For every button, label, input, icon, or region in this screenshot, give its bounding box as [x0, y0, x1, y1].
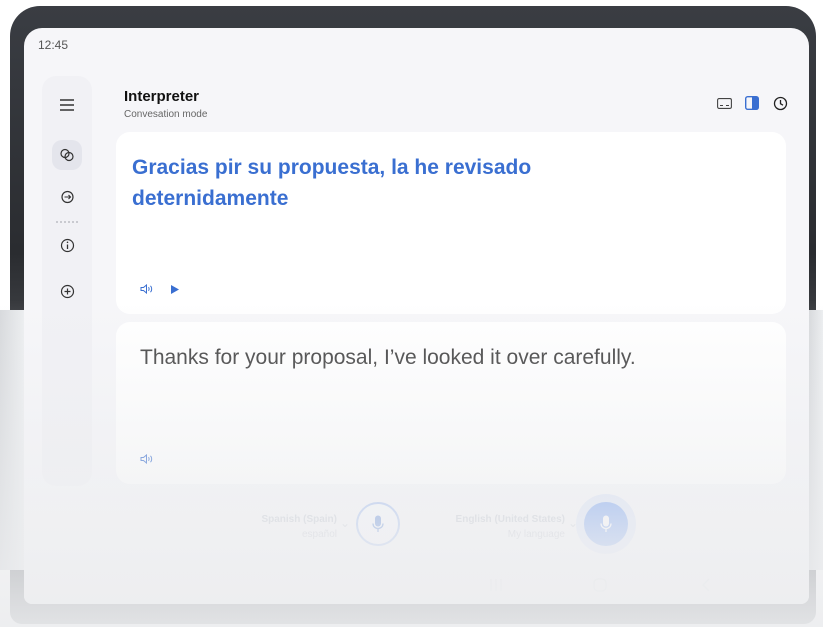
mic-icon — [372, 515, 384, 532]
info-icon[interactable] — [52, 230, 82, 260]
status-time: 12:45 — [38, 38, 69, 52]
page-subtitle: Convesation mode — [124, 109, 208, 120]
hinge-left — [0, 310, 24, 570]
speaker-icon[interactable] — [138, 452, 156, 466]
sidebar-divider — [56, 221, 78, 223]
recent-apps-icon[interactable] — [486, 576, 506, 594]
language-left[interactable]: Spanish (Spain) español — [261, 512, 337, 542]
language-right-name: English (United States) — [455, 514, 565, 525]
history-icon[interactable] — [771, 94, 789, 112]
target-card: Thanks for your proposal, I’ve looked it… — [116, 322, 786, 484]
screen: 12:45 Interpreter Convesation mode Graci… — [24, 28, 809, 604]
home-icon[interactable] — [590, 576, 610, 594]
source-text: Gracias pir su propuesta, la he revisado… — [132, 156, 532, 210]
mic-button-right[interactable] — [584, 502, 628, 546]
play-icon[interactable] — [166, 282, 184, 296]
target-text: Thanks for your proposal, I’ve looked it… — [140, 346, 636, 369]
language-left-name: Spanish (Spain) — [261, 514, 337, 525]
menu-icon[interactable] — [52, 90, 82, 120]
split-view-icon[interactable] — [743, 94, 761, 112]
language-right[interactable]: English (United States) My language — [456, 512, 565, 542]
top-actions — [715, 94, 789, 112]
source-card: Gracias pir su propuesta, la he revisado… — [116, 132, 786, 314]
chevron-down-icon[interactable]: ⌄ — [568, 516, 578, 530]
language-left-native: español — [301, 529, 337, 540]
mic-button-left[interactable] — [356, 502, 400, 546]
page-title: Interpreter — [124, 88, 200, 105]
mic-icon — [600, 515, 612, 532]
sidebar — [42, 76, 92, 486]
back-icon[interactable] — [696, 576, 716, 594]
chevron-down-icon[interactable]: ⌄ — [340, 516, 350, 530]
speaker-icon[interactable] — [138, 282, 156, 296]
hinge-right — [809, 310, 823, 570]
add-circle-icon[interactable] — [52, 276, 82, 306]
language-right-native: My language — [507, 529, 565, 540]
conversation-icon[interactable] — [52, 140, 82, 170]
chat-bubble-icon[interactable] — [52, 182, 82, 212]
dual-screen-icon[interactable] — [715, 94, 733, 112]
